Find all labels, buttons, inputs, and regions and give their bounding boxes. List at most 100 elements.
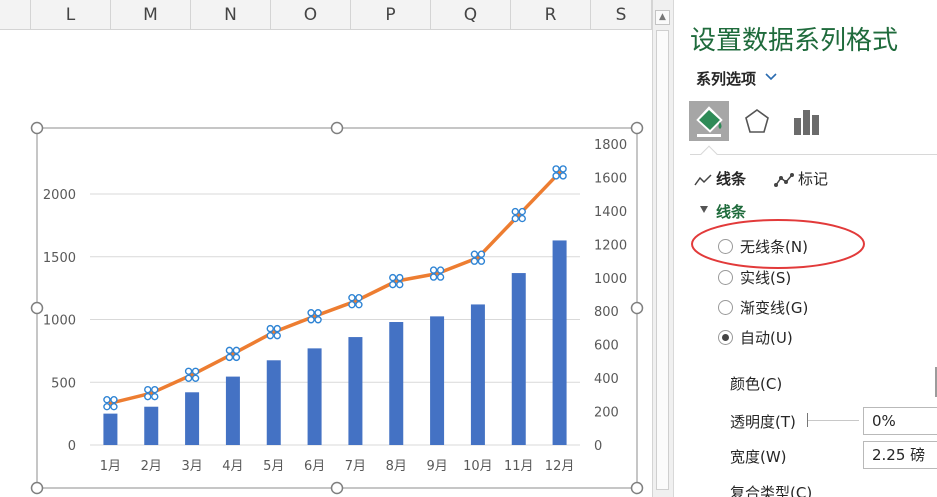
x-category-label: 10月	[463, 459, 493, 474]
x-category-label: 8月	[386, 459, 407, 474]
selection-dot	[266, 331, 274, 340]
chart-resize-handle[interactable]	[30, 301, 44, 315]
transparency-label: 透明度(T)	[730, 413, 796, 431]
selection-dot	[355, 293, 363, 302]
effects-pentagon-icon[interactable]	[737, 101, 777, 141]
transparency-slider-handle[interactable]	[807, 413, 808, 427]
selection-dot	[552, 172, 560, 180]
tab-line[interactable]: 线条	[694, 168, 746, 189]
chevron-down-icon[interactable]	[764, 70, 778, 84]
x-category-label: 5月	[263, 459, 284, 474]
selection-dot	[144, 385, 152, 394]
radio-circle[interactable]	[718, 270, 733, 285]
chart-resize-handle[interactable]	[630, 481, 644, 495]
combo-chart[interactable]: 0 500 1000 1500 2000 0 200 400 600 800 1000 1200 140…	[0, 0, 652, 497]
bar	[185, 392, 200, 445]
selection-dot	[429, 273, 438, 281]
y-primary-tick-label: 1500	[43, 251, 76, 266]
color-label: 颜色(C)	[730, 375, 783, 393]
selection-dot	[103, 402, 111, 411]
bar	[552, 240, 567, 445]
y-secondary-tick-label: 200	[594, 406, 619, 421]
tab-divider	[690, 154, 937, 155]
width-input[interactable]: 2.25 磅	[863, 441, 937, 469]
bar	[389, 322, 404, 445]
chart-svg[interactable]: 0 500 1000 1500 2000 0 200 400 600 800 1000 1200 140…	[0, 0, 652, 497]
x-category-label: 12月	[545, 459, 575, 474]
chart-resize-handle[interactable]	[630, 301, 644, 315]
fill-line-icon[interactable]	[689, 101, 729, 141]
pane-title: 设置数据系列格式	[690, 26, 899, 56]
y-secondary-tick-label: 800	[594, 305, 619, 320]
selection-dot	[314, 309, 322, 317]
y-secondary-tick-label: 600	[594, 339, 619, 354]
chart-resize-handle[interactable]	[330, 121, 344, 135]
chart-resize-handle[interactable]	[30, 481, 44, 495]
radio-label: 渐变线(G)	[740, 299, 809, 317]
vertical-scrollbar[interactable]: ▲	[652, 0, 673, 497]
bar	[103, 413, 118, 445]
radio-label: 自动(U)	[740, 329, 793, 347]
selection-dot	[348, 300, 356, 309]
selection-dot	[266, 324, 274, 333]
selection-dot	[144, 392, 152, 401]
scroll-up-arrow-icon[interactable]: ▲	[655, 10, 670, 25]
selection-dot	[389, 273, 397, 282]
width-label: 宽度(W)	[730, 448, 787, 466]
selection-dot	[518, 214, 526, 223]
chart-resize-handle[interactable]	[630, 121, 644, 135]
x-category-label: 11月	[504, 459, 534, 474]
series-options-dropdown[interactable]: 系列选项	[696, 68, 756, 89]
radio-solid-line[interactable]: 实线(S)	[718, 267, 791, 288]
bar	[266, 360, 281, 445]
selection-dot	[559, 165, 567, 173]
y-primary-tick-label: 500	[51, 376, 76, 391]
selection-dot	[307, 309, 315, 317]
y-secondary-tick-label: 0	[594, 439, 602, 454]
selection-dot	[436, 266, 445, 274]
selection-dot	[110, 402, 118, 411]
compound-type-label: 复合类型(C)	[730, 484, 813, 497]
selection-dot	[273, 324, 281, 333]
selection-dot	[151, 392, 159, 401]
y-primary-tick-label: 0	[68, 439, 76, 454]
bar	[430, 316, 445, 445]
bar	[307, 348, 322, 445]
chart-resize-handle[interactable]	[330, 481, 344, 495]
transparency-input[interactable]: 0%	[863, 407, 937, 435]
selection-dot	[273, 331, 281, 340]
x-category-label: 2月	[141, 459, 162, 474]
selection-dot	[314, 316, 322, 324]
selection-dot	[396, 273, 404, 282]
selection-dot	[232, 353, 241, 362]
series-options-bar-icon[interactable]	[787, 101, 827, 141]
selection-dot	[232, 346, 241, 355]
radio-gradient-line[interactable]: 渐变线(G)	[718, 297, 808, 318]
x-category-label: 9月	[426, 459, 447, 474]
selection-dot	[477, 250, 486, 258]
selection-dot	[307, 316, 315, 324]
y-secondary-tick-label: 1000	[594, 272, 627, 287]
radio-circle-checked[interactable]	[718, 330, 733, 345]
transparency-slider[interactable]	[807, 420, 859, 421]
tab-marker[interactable]: 标记	[774, 168, 828, 189]
x-category-label: 4月	[222, 459, 243, 474]
selection-dot	[348, 293, 356, 302]
bar	[511, 273, 526, 445]
selection-dot	[511, 214, 519, 223]
line-icon	[694, 173, 712, 185]
selection-dot	[191, 367, 200, 375]
tab-line-label: 线条	[716, 170, 747, 188]
tab-marker-label: 标记	[798, 170, 829, 188]
radio-circle[interactable]	[718, 300, 733, 315]
radio-automatic[interactable]: 自动(U)	[718, 327, 793, 348]
bar	[348, 337, 363, 445]
selection-dot	[355, 300, 363, 309]
selection-dot	[429, 266, 438, 274]
selection-dot	[552, 165, 560, 173]
y-secondary-tick-label: 1600	[594, 171, 627, 186]
selection-dot	[559, 172, 567, 180]
chart-resize-handle[interactable]	[30, 121, 44, 135]
scrollbar-thumb[interactable]	[656, 30, 669, 490]
selection-dot	[477, 257, 486, 265]
